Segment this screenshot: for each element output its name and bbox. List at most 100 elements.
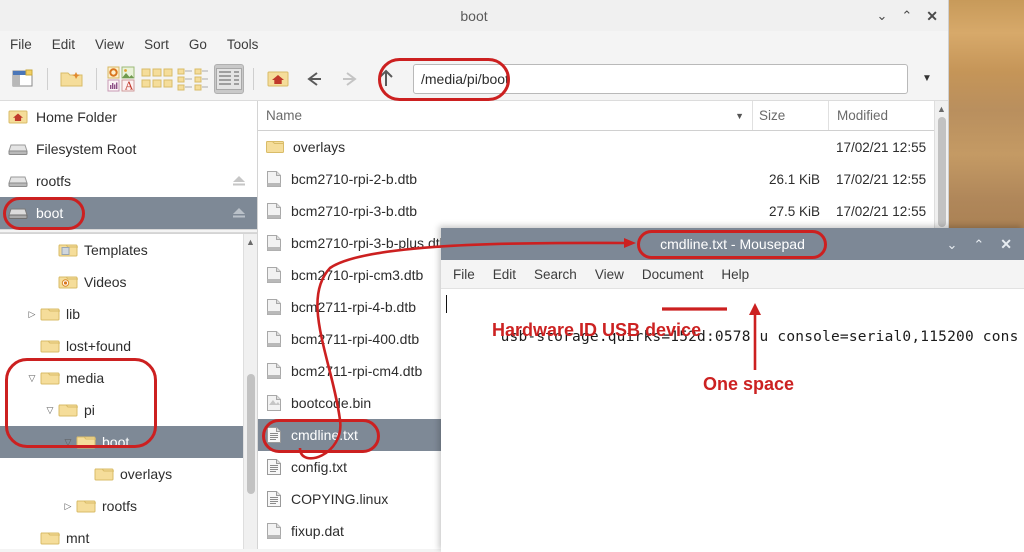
file-manager-window-controls: ⌄ ⌃ ✕ [876, 0, 938, 31]
minimize-icon[interactable]: ⌄ [946, 238, 957, 251]
file-manager-title: boot [460, 8, 487, 24]
maximize-icon[interactable]: ⌃ [973, 238, 984, 251]
detailed-list-view-button[interactable] [214, 64, 244, 94]
sidebar-item-filesystem-root[interactable]: Filesystem Root [0, 133, 257, 165]
sidebar-label: Home Folder [36, 109, 117, 125]
home-icon [266, 69, 290, 89]
menu-go[interactable]: Go [189, 37, 207, 52]
minimize-icon[interactable]: ⌄ [876, 9, 887, 22]
file-size-cell: 27.5 KiB [752, 204, 828, 219]
file-list-header: Name ▼ Size Modified [258, 101, 948, 131]
tree-item-lib[interactable]: ▷lib [0, 298, 257, 330]
close-icon[interactable]: ✕ [926, 9, 938, 23]
folder-icon [40, 306, 60, 322]
chevron-down-icon: ▼ [922, 73, 932, 84]
tree-item-label: mnt [66, 530, 89, 546]
column-header-name[interactable]: Name ▼ [258, 108, 752, 123]
tree-item-templates[interactable]: Templates [0, 234, 257, 266]
file-name-label: bcm2710-rpi-3-b.dtb [291, 203, 417, 219]
compact-view-icon [177, 67, 209, 91]
path-dropdown-button[interactable]: ▼ [914, 73, 940, 84]
file-name-cell: bcm2710-rpi-2-b.dtb [258, 170, 752, 188]
menu-document[interactable]: Document [642, 267, 704, 282]
menu-edit[interactable]: Edit [52, 37, 75, 52]
file-list-scrollbar-thumb[interactable] [938, 117, 946, 227]
new-folder-button[interactable] [57, 64, 87, 94]
tree-item-label: Videos [84, 274, 127, 290]
scroll-up-icon[interactable]: ▲ [244, 234, 257, 247]
scroll-up-icon[interactable]: ▲ [935, 101, 948, 114]
menu-help[interactable]: Help [721, 267, 749, 282]
file-icon [266, 202, 282, 220]
folder-videos-icon [58, 274, 78, 290]
file-name-cell: overlays [258, 139, 752, 155]
mousepad-menubar: File Edit Search View Document Help [441, 260, 1024, 289]
sidebar-item-rootfs[interactable]: rootfs [0, 165, 257, 197]
column-header-size[interactable]: Size [752, 101, 828, 130]
tree-item-rootfs[interactable]: ▷rootfs [0, 490, 257, 522]
pathbar-highlight-ring [378, 58, 510, 101]
menu-file[interactable]: File [453, 267, 475, 282]
forward-arrow-icon [339, 69, 361, 89]
menu-tools[interactable]: Tools [227, 37, 259, 52]
mousepad-title-highlight-ring [637, 230, 827, 259]
compact-view-button[interactable] [178, 64, 208, 94]
eject-icon[interactable] [231, 206, 247, 220]
file-icon [266, 362, 282, 380]
text-file-icon [266, 458, 282, 476]
folder-icon [40, 338, 60, 354]
sidebar-label: Filesystem Root [36, 141, 136, 157]
menu-sort[interactable]: Sort [144, 37, 169, 52]
maximize-icon[interactable]: ⌃ [901, 9, 912, 22]
table-row[interactable]: bcm2710-rpi-3-b.dtb27.5 KiB17/02/21 12:5… [258, 195, 948, 227]
mousepad-text-area[interactable]: usb-storage.quirks=152d:0578:u console=s… [441, 289, 1024, 361]
tree-item-videos[interactable]: Videos [0, 266, 257, 298]
new-tab-button[interactable] [8, 64, 38, 94]
media-types-icon: A [107, 66, 135, 92]
home-folder-icon [8, 109, 28, 125]
new-tab-icon [12, 69, 34, 89]
mousepad-window-controls: ⌄ ⌃ ✕ [946, 228, 1012, 260]
file-name-label: fixup.dat [291, 523, 344, 539]
menu-file[interactable]: File [10, 37, 32, 52]
eject-icon[interactable] [231, 174, 247, 188]
sidebar-item-home-folder[interactable]: Home Folder [0, 101, 257, 133]
sort-descending-icon[interactable]: ▼ [735, 111, 744, 121]
media-types-button[interactable]: A [106, 64, 136, 94]
tree-scrollbar[interactable]: ▲ [243, 234, 257, 549]
screen: boot ⌄ ⌃ ✕ File Edit View Sort Go Tools [0, 0, 1024, 552]
twisty-collapsed-icon[interactable]: ▷ [60, 501, 76, 512]
file-name-label: config.txt [291, 459, 347, 475]
folder-templates-icon [58, 242, 78, 258]
icon-view-button[interactable] [142, 64, 172, 94]
twisty-collapsed-icon[interactable]: ▷ [24, 309, 40, 320]
file-manager-titlebar: boot ⌄ ⌃ ✕ [0, 0, 948, 31]
tree-media-boot-highlight-ring [5, 358, 157, 448]
file-name-label: overlays [293, 139, 345, 155]
text-file-icon [266, 490, 282, 508]
table-row[interactable]: overlays17/02/21 12:55 [258, 131, 948, 163]
file-name-label: bcm2710-rpi-2-b.dtb [291, 171, 417, 187]
menu-view[interactable]: View [95, 37, 124, 52]
close-icon[interactable]: ✕ [1000, 237, 1012, 251]
file-icon [266, 234, 282, 252]
table-row[interactable]: bcm2710-rpi-2-b.dtb26.1 KiB17/02/21 12:5… [258, 163, 948, 195]
menu-search[interactable]: Search [534, 267, 577, 282]
file-name-label: bcm2710-rpi-cm3.dtb [291, 267, 423, 283]
icon-view-icon [141, 67, 173, 91]
file-name-label: bootcode.bin [291, 395, 371, 411]
tree-item-mnt[interactable]: mnt [0, 522, 257, 549]
tree-scrollbar-thumb[interactable] [247, 374, 255, 494]
menu-view[interactable]: View [595, 267, 624, 282]
column-header-modified[interactable]: Modified [828, 101, 948, 130]
toolbar-separator [96, 68, 97, 90]
forward-button[interactable] [335, 64, 365, 94]
drive-icon [8, 173, 28, 189]
mousepad-window: cmdline.txt - Mousepad ⌄ ⌃ ✕ File Edit S… [441, 228, 1024, 552]
back-button[interactable] [299, 64, 329, 94]
tree-item-overlays[interactable]: overlays [0, 458, 257, 490]
file-icon [266, 170, 282, 188]
toolbar-separator [253, 68, 254, 90]
home-button[interactable] [263, 64, 293, 94]
menu-edit[interactable]: Edit [493, 267, 516, 282]
